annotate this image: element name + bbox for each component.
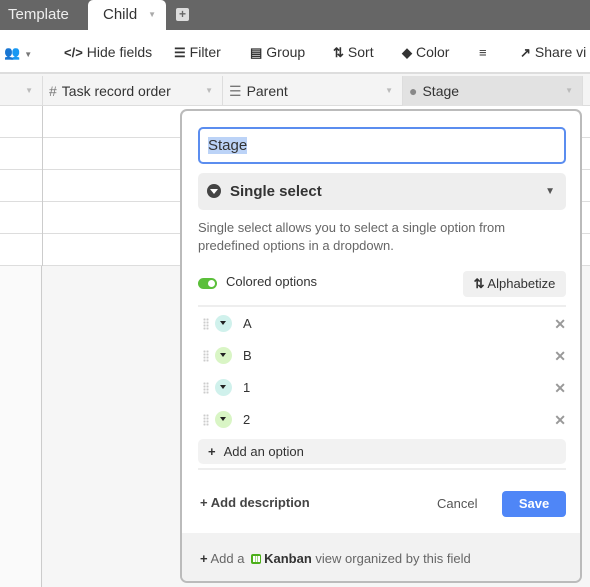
column-label: Parent [246, 83, 288, 99]
option-label[interactable]: 2 [243, 405, 250, 435]
filter-label: Filter [189, 44, 221, 60]
kanban-suggestion-text: + Add a Kanban view organized by this fi… [200, 551, 471, 566]
color-button[interactable]: ◆ Color [402, 30, 449, 74]
sort-label: Sort [347, 44, 374, 60]
collaborators-button[interactable]: 👥 ▼ [4, 30, 32, 74]
single-select-icon: ● [409, 83, 418, 99]
footer-prefix: Add a [210, 551, 245, 566]
plus-icon: + [200, 495, 211, 510]
kanban-icon [251, 554, 262, 564]
drag-handle-icon[interactable] [203, 382, 209, 394]
view-toolbar: 👥 ▼ </> Hide fields ☰ Filter ▤ Group ⇅ Sort ◆… [0, 30, 590, 74]
sort-icon: ⇅ [333, 45, 344, 60]
hide-fields-button[interactable]: </> Hide fields [64, 30, 152, 74]
cancel-button[interactable]: Cancel [437, 496, 477, 511]
footer-view-name: Kanban [264, 551, 312, 566]
column-header-parent[interactable]: ☰ Parent ▼ [223, 76, 403, 106]
chevron-down-icon: ▼ [545, 186, 555, 197]
column-header-task-record-order[interactable]: # Task record order ▼ [43, 76, 223, 106]
field-editor-popup: Stage Single select ▼ Single select allo… [180, 109, 582, 583]
parent-link-icon: ☰ [229, 83, 242, 99]
field-type-select[interactable]: Single select ▼ [198, 173, 566, 210]
option-row: A ✕ [198, 309, 566, 341]
field-type-description: Single select allows you to select a sin… [198, 220, 506, 253]
kanban-suggestion[interactable]: + Add a Kanban view organized by this fi… [182, 533, 580, 581]
sort-icon: ⇅ [473, 276, 485, 291]
option-label[interactable]: B [243, 341, 252, 371]
save-button[interactable]: Save [502, 491, 566, 517]
option-label[interactable]: A [243, 309, 252, 339]
add-option-button[interactable]: + Add an option [198, 439, 566, 464]
tab-label: Child [103, 6, 138, 23]
column-label: Stage [422, 83, 460, 99]
colored-options-label: Colored options [226, 274, 318, 289]
add-description-button[interactable]: + Add description [200, 495, 310, 510]
field-name-input[interactable]: Stage [198, 127, 566, 164]
share-icon: ↗ [520, 45, 531, 60]
share-label: Share vi [534, 44, 587, 60]
column-header-stage[interactable]: ● Stage ▼ [403, 76, 583, 106]
plus-icon: + [200, 551, 208, 566]
chevron-down-icon[interactable]: ▼ [385, 76, 393, 106]
tab-child[interactable]: Child ▼ [88, 0, 166, 30]
group-button[interactable]: ▤ Group [250, 30, 305, 74]
group-icon: ▤ [250, 45, 263, 60]
grid-header: ▼ # Task record order ▼ ☰ Parent ▼ ● Stage … [0, 76, 590, 106]
filter-button[interactable]: ☰ Filter [174, 30, 221, 74]
footer-suffix: view organized by this field [315, 551, 471, 566]
column-header-primary[interactable]: ▼ [0, 76, 43, 106]
drag-handle-icon[interactable] [203, 414, 209, 426]
paint-bucket-icon: ◆ [402, 45, 412, 60]
chevron-down-icon[interactable]: ▼ [205, 76, 213, 106]
close-icon[interactable]: ✕ [554, 405, 566, 435]
divider [198, 468, 566, 470]
row-height-icon: ≡ [479, 45, 487, 60]
alphabetize-button[interactable]: ⇅ Alphabetize [463, 271, 566, 297]
table-tabbar: Template Child ▼ + [0, 0, 590, 30]
hide-fields-label: Hide fields [86, 44, 153, 60]
add-table-icon[interactable]: + [176, 8, 189, 21]
close-icon[interactable]: ✕ [554, 341, 566, 371]
divider [198, 305, 566, 307]
option-row: B ✕ [198, 341, 566, 373]
share-view-button[interactable]: ↗ Share vi [520, 30, 586, 74]
add-description-label: Add description [210, 495, 310, 510]
option-label[interactable]: 1 [243, 373, 250, 403]
chevron-down-icon[interactable]: ▼ [148, 0, 156, 30]
option-row: 2 ✕ [198, 405, 566, 437]
field-name-value: Stage [208, 137, 248, 154]
add-option-label: Add an option [223, 444, 304, 459]
option-row: 1 ✕ [198, 373, 566, 405]
option-color-chip[interactable] [215, 315, 232, 332]
drag-handle-icon[interactable] [203, 318, 209, 330]
filter-icon: ☰ [174, 45, 186, 60]
group-label: Group [266, 44, 306, 60]
number-icon: # [49, 83, 57, 99]
chevron-down-icon[interactable]: ▼ [25, 76, 33, 106]
people-icon: 👥 [4, 45, 21, 60]
close-icon[interactable]: ✕ [554, 373, 566, 403]
close-icon[interactable]: ✕ [554, 309, 566, 339]
alphabetize-label: Alphabetize [487, 276, 556, 291]
option-color-chip[interactable] [215, 347, 232, 364]
row-height-button[interactable]: ≡ [479, 30, 491, 74]
drag-handle-icon[interactable] [203, 350, 209, 362]
chevron-down-icon[interactable]: ▼ [565, 76, 573, 106]
field-type-label: Single select [230, 183, 322, 200]
column-label: Task record order [61, 83, 171, 99]
single-select-icon [207, 184, 221, 198]
option-color-chip[interactable] [215, 379, 232, 396]
color-label: Color [416, 44, 450, 60]
tab-template[interactable]: Template [0, 0, 87, 30]
colored-options-toggle[interactable] [198, 278, 217, 289]
option-color-chip[interactable] [215, 411, 232, 428]
sort-button[interactable]: ⇅ Sort [333, 30, 374, 74]
chevron-down-icon: ▼ [24, 50, 33, 59]
hide-icon: </> [64, 45, 83, 60]
plus-icon: + [208, 444, 216, 459]
